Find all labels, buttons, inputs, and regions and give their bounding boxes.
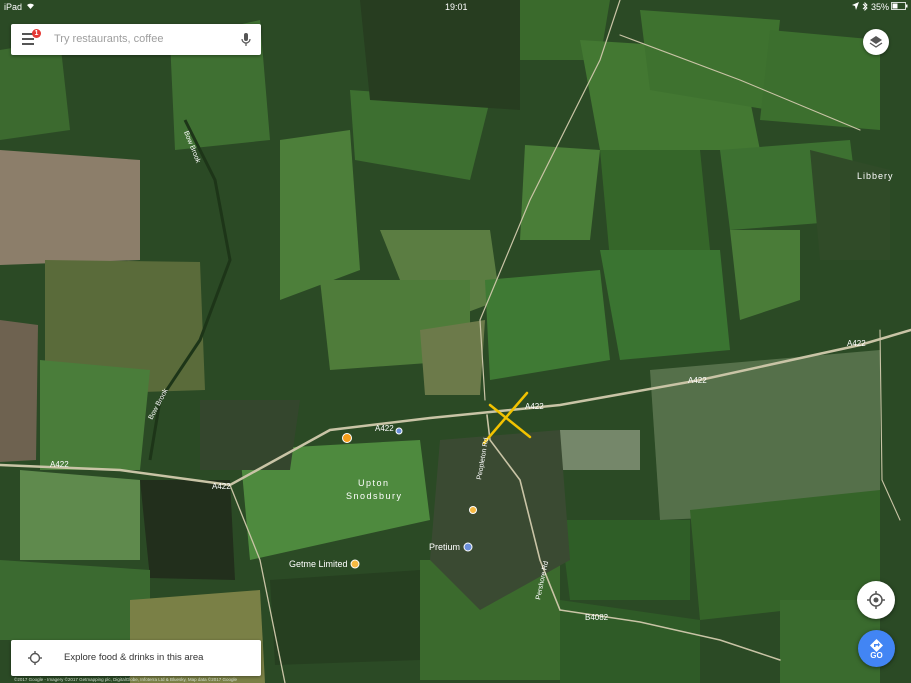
satellite-map[interactable]: A422 A422 A422 A422 A422 A422 B4082 Peop… <box>0 0 911 683</box>
road-label-a422: A422 <box>688 376 707 385</box>
road-label-a422: A422 <box>525 402 544 411</box>
wifi-icon <box>26 2 35 12</box>
bluetooth-icon <box>862 1 868 13</box>
place-label-snodsbury: Snodsbury <box>346 491 403 501</box>
road-label-a422: A422 <box>847 339 866 348</box>
road-label-a422: A422 <box>50 460 69 469</box>
poi-label-pretium[interactable]: Pretium <box>429 542 460 552</box>
road-label-b4082: B4082 <box>585 613 609 622</box>
mic-icon[interactable] <box>241 32 251 48</box>
device-name: iPad <box>4 2 23 12</box>
place-marker-orange[interactable] <box>342 433 352 443</box>
battery-percent: 35% <box>871 2 890 12</box>
search-input[interactable]: Try restaurants, coffee <box>54 33 163 45</box>
battery-icon <box>891 2 908 12</box>
explore-panel[interactable]: Explore food & drinks in this area <box>11 640 261 676</box>
place-marker-village[interactable] <box>469 506 477 514</box>
notification-badge: 1 <box>32 29 41 38</box>
layers-icon <box>869 36 883 48</box>
my-location-button[interactable] <box>857 581 895 619</box>
road-label-a422: A422 <box>375 424 394 433</box>
place-label-libbery: Libbery <box>857 171 894 181</box>
place-marker-blue[interactable] <box>395 427 403 435</box>
place-label-upton: Upton <box>358 478 390 488</box>
clock: 19:01 <box>445 2 468 12</box>
copyright-text: ©2017 Google - Imagery ©2017 Getmapping … <box>14 677 237 682</box>
search-bar[interactable]: 1 Try restaurants, coffee <box>11 24 261 55</box>
pretium-marker[interactable] <box>463 542 473 552</box>
location-arrow-icon <box>852 2 859 12</box>
layers-button[interactable] <box>863 29 889 55</box>
road-label-a422: A422 <box>212 482 231 491</box>
poi-label-getme[interactable]: Getme Limited <box>289 559 348 569</box>
my-location-icon <box>867 591 885 609</box>
explore-icon <box>27 650 43 666</box>
status-bar: iPad 19:01 35% <box>0 0 911 14</box>
go-label: GO <box>870 651 883 660</box>
getme-marker[interactable] <box>350 559 360 569</box>
explore-label[interactable]: Explore food & drinks in this area <box>64 652 203 663</box>
go-button[interactable]: GO <box>858 630 895 667</box>
